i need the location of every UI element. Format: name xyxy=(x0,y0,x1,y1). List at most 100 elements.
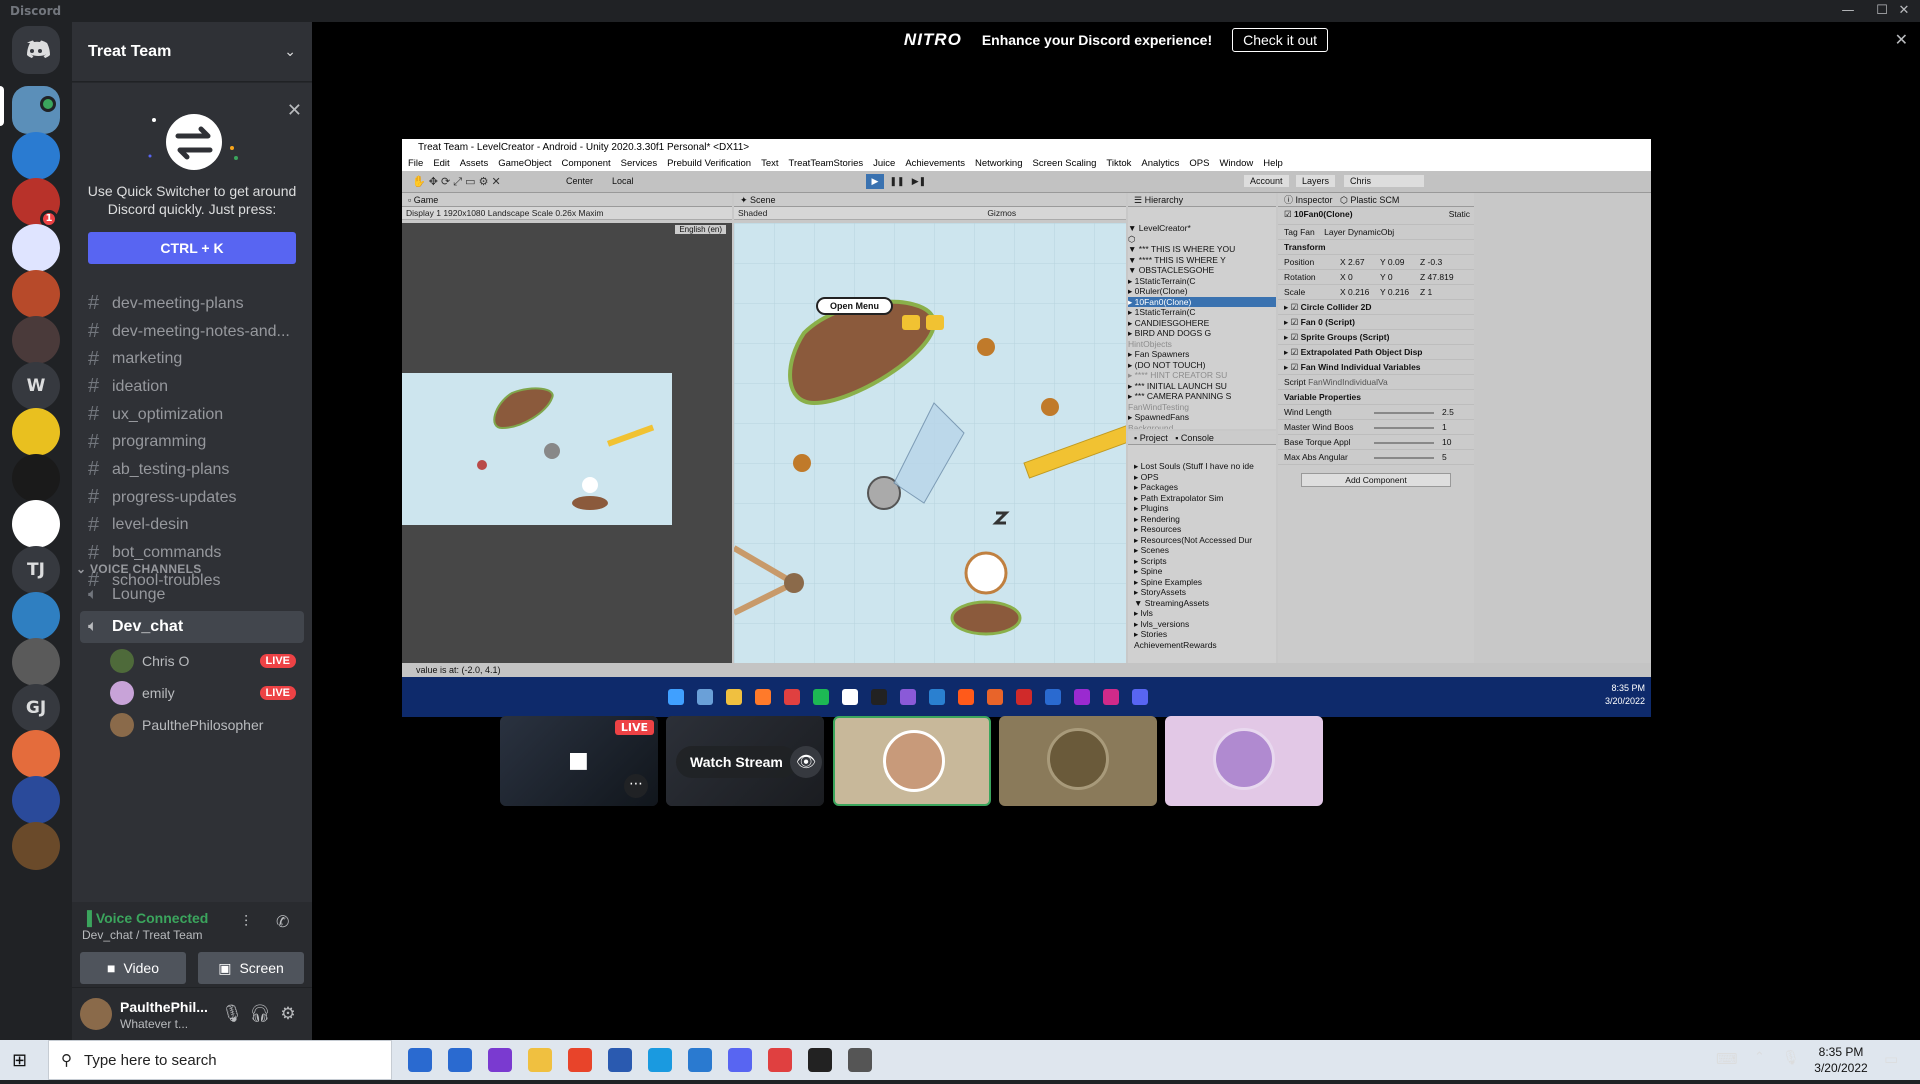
project-folder[interactable]: ▸ Packages xyxy=(1134,482,1276,493)
game-tab[interactable]: ▫ Game xyxy=(402,193,732,207)
unity-menu-item[interactable]: Networking xyxy=(975,157,1023,171)
server-icon[interactable] xyxy=(12,730,60,778)
voice-channel-dev-chat[interactable]: 🔈︎ Dev_chat xyxy=(80,611,304,643)
project-folder[interactable]: ▸ Lost Souls (Stuff I have no ide xyxy=(1134,461,1276,472)
account-dropdown[interactable]: Account xyxy=(1244,175,1289,187)
hierarchy-item[interactable]: ▼ **** THIS IS WHERE Y xyxy=(1128,255,1276,266)
unity-hub-icon[interactable] xyxy=(848,1048,872,1072)
variable-slider-row[interactable]: Master Wind Boos 1 xyxy=(1278,420,1474,435)
transform-row[interactable]: Scale X 0.216 Y 0.216 Z 1 xyxy=(1278,285,1474,300)
text-channel[interactable]: # programming xyxy=(80,428,304,456)
server-icon[interactable] xyxy=(12,592,60,640)
chevron-down-icon[interactable]: ⌄ xyxy=(284,44,296,60)
component-header[interactable]: ▸ ☑ Fan 0 (Script) xyxy=(1278,315,1474,330)
unity-menu-item[interactable]: Tiktok xyxy=(1106,157,1131,171)
windows-start-icon[interactable]: ⊞ xyxy=(12,1050,27,1071)
open-menu-button[interactable]: Open Menu xyxy=(816,297,893,315)
video-tile-chris[interactable] xyxy=(833,716,991,806)
server-icon[interactable] xyxy=(12,270,60,318)
project-folder[interactable]: ▸ Stories xyxy=(1134,629,1276,640)
unity-menu-item[interactable]: Achievements xyxy=(905,157,965,171)
add-component-button[interactable]: Add Component xyxy=(1301,473,1451,487)
project-folder[interactable]: ▸ Scenes xyxy=(1134,545,1276,556)
server-icon[interactable]: GJ xyxy=(12,684,60,732)
project-folder[interactable]: ▸ StoryAssets xyxy=(1134,587,1276,598)
voice-category-header[interactable]: ⌄ VOICE CHANNELS xyxy=(76,562,202,576)
project-folder[interactable]: ▸ Path Extrapolator Sim xyxy=(1134,493,1276,504)
vscode-icon[interactable] xyxy=(688,1048,712,1072)
project-folder[interactable]: ▸ Resources xyxy=(1134,524,1276,535)
guild-header[interactable]: Treat Team ⌄ xyxy=(72,22,312,82)
hierarchy-item[interactable]: ▼ LevelCreator* xyxy=(1128,223,1276,234)
podcast-icon[interactable] xyxy=(488,1048,512,1072)
disconnect-icon[interactable]: ✆ xyxy=(276,912,289,931)
text-channel[interactable]: # ab_testing-plans xyxy=(80,456,304,484)
notifications-icon[interactable]: ▭ xyxy=(1884,1050,1898,1068)
project-folder[interactable]: ▸ lvls_versions xyxy=(1134,619,1276,630)
hierarchy-item[interactable]: ▸ **** HINT CREATOR SU xyxy=(1128,370,1276,381)
hierarchy-item[interactable]: ⬡ xyxy=(1128,234,1276,245)
close-icon[interactable]: ✕ xyxy=(287,100,302,121)
unity-menu-item[interactable]: GameObject xyxy=(498,157,551,171)
component-header[interactable]: ▸ ☑ Circle Collider 2D xyxy=(1278,300,1474,315)
hierarchy-item[interactable]: ▸ Fan Spawners xyxy=(1128,349,1276,360)
project-folder[interactable]: ▸ Scripts xyxy=(1134,556,1276,567)
hierarchy-item[interactable]: ▸ 1StaticTerrain(C xyxy=(1128,276,1276,287)
hierarchy-tab[interactable]: ☰ Hierarchy xyxy=(1128,193,1276,207)
hierarchy-item[interactable]: ▼ OBSTACLESGOHE xyxy=(1128,265,1276,276)
hierarchy-item[interactable]: ▼ *** THIS IS WHERE YOU xyxy=(1128,244,1276,255)
unity-menu-item[interactable]: Window xyxy=(1219,157,1253,171)
project-folder[interactable]: ▼ StreamingAssets xyxy=(1134,598,1276,609)
project-folder[interactable]: ▸ Spine xyxy=(1134,566,1276,577)
taskbar-search[interactable]: ⚲ Type here to search xyxy=(48,1040,392,1080)
unity-menu-item[interactable]: Analytics xyxy=(1141,157,1179,171)
screen-share-button[interactable]: ▣ Screen xyxy=(198,952,304,984)
server-icon[interactable] xyxy=(12,822,60,870)
system-clock[interactable]: 8:35 PM 3/20/2022 xyxy=(1806,1044,1876,1084)
center-toggle[interactable]: Center xyxy=(566,176,593,186)
home-button[interactable] xyxy=(12,26,60,74)
server-icon[interactable] xyxy=(12,500,60,548)
mail-icon[interactable] xyxy=(448,1048,472,1072)
server-icon[interactable]: TJ xyxy=(12,546,60,594)
transform-tools-icon[interactable]: ✋ ✥ ⟳ ⤢ ▭ ⚙ ✕ xyxy=(412,175,501,189)
text-channel[interactable]: # level-desin xyxy=(80,512,304,540)
scene-view[interactable]: Open Menu xyxy=(734,223,1126,663)
transform-row[interactable]: Position X 2.67 Y 0.09 Z -0.3 xyxy=(1278,255,1474,270)
server-icon[interactable] xyxy=(12,316,60,364)
file-explorer-icon[interactable] xyxy=(528,1048,552,1072)
quick-switcher-shortcut-button[interactable]: CTRL + K xyxy=(88,232,296,264)
local-toggle[interactable]: Local xyxy=(612,176,634,186)
text-channel[interactable]: # dev-meeting-notes-and... xyxy=(80,318,304,346)
voice-user-chris[interactable]: Chris O LIVE xyxy=(110,646,304,676)
hierarchy-item[interactable]: ▸ CANDIESGOHERE xyxy=(1128,318,1276,329)
microphone-icon[interactable]: 🎙︎ xyxy=(220,1002,244,1026)
app-icon[interactable] xyxy=(768,1048,792,1072)
unity-icon[interactable] xyxy=(808,1048,832,1072)
scene-tab[interactable]: ✦ Scene xyxy=(734,193,1126,207)
store-icon[interactable] xyxy=(408,1048,432,1072)
unity-menu-item[interactable]: Component xyxy=(562,157,611,171)
unity-menu-item[interactable]: Assets xyxy=(460,157,489,171)
word-icon[interactable] xyxy=(608,1048,632,1072)
server-icon[interactable] xyxy=(12,776,60,824)
close-icon[interactable]: ✕ xyxy=(1895,30,1908,50)
chevron-up-icon[interactable]: ⌃ xyxy=(1754,1050,1765,1065)
hierarchy-item[interactable]: ▸ *** CAMERA PANNING S xyxy=(1128,391,1276,402)
voice-user-paul[interactable]: PaulthePhilosopher xyxy=(110,710,304,740)
server-icon[interactable] xyxy=(12,408,60,456)
hierarchy-item[interactable]: ▸ BIRD AND DOGS G xyxy=(1128,328,1276,339)
unity-menu-item[interactable]: File xyxy=(408,157,423,171)
server-icon[interactable] xyxy=(12,638,60,686)
check-it-out-button[interactable]: Check it out xyxy=(1232,28,1329,52)
eye-plus-icon[interactable]: 👁︎ xyxy=(790,746,822,778)
layout-dropdown[interactable]: Chris xyxy=(1344,175,1424,187)
unity-menu-item[interactable]: Help xyxy=(1263,157,1283,171)
unity-menu-item[interactable]: Prebuild Verification xyxy=(667,157,751,171)
hierarchy-item[interactable]: ▸ (DO NOT TOUCH) xyxy=(1128,360,1276,371)
project-folder[interactable]: ▸ Rendering xyxy=(1134,514,1276,525)
variable-slider-row[interactable]: Base Torque Appl 10 xyxy=(1278,435,1474,450)
variable-slider-row[interactable]: Max Abs Angular 5 xyxy=(1278,450,1474,465)
component-header[interactable]: ▸ ☑ Extrapolated Path Object Disp xyxy=(1278,345,1474,360)
pause-icon[interactable]: ❚❚ xyxy=(888,174,906,189)
